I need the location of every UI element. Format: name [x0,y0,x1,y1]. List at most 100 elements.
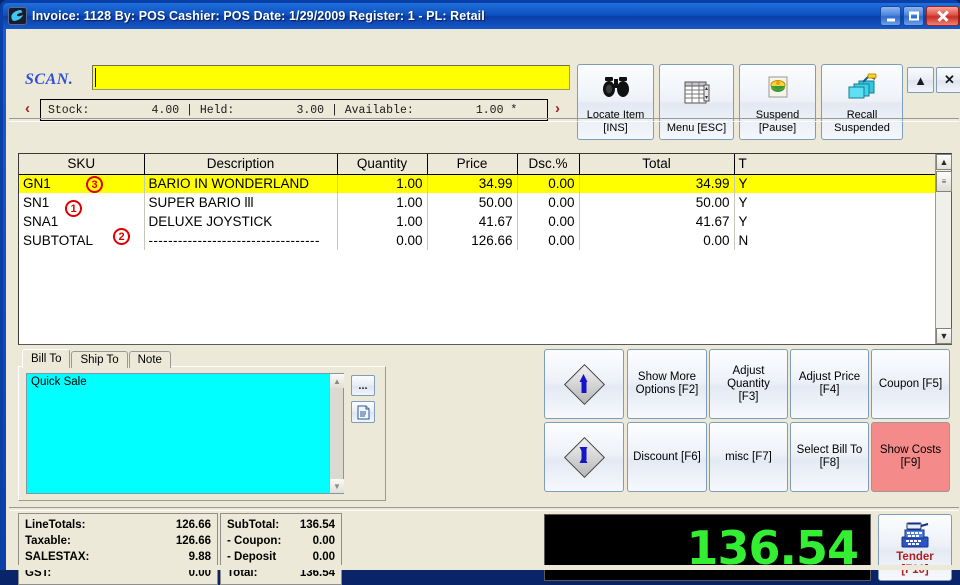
cell-dsc: 0.00 [517,212,580,231]
grid-scroll-up-button[interactable]: ▲ [936,154,952,170]
bill-to-browse-button[interactable]: ... [351,375,375,396]
next-item-arrow[interactable]: › [555,100,560,117]
tab-bill-to-label: Bill To [31,353,62,365]
adjust-price-button[interactable]: Adjust Price [F4] [790,349,869,419]
cell-total: 41.67 [579,212,735,231]
bill-to-document-button[interactable] [351,401,375,423]
coupon-button[interactable]: Coupon [F5] [871,349,950,419]
locate-item-button[interactable]: Locate Item [INS] [577,64,654,140]
adjust-quantity-label: Adjust Quantity [F3] [727,364,770,403]
move-up-button[interactable] [544,349,624,419]
tab-ship-to-label: Ship To [80,354,119,366]
discount-label: Discount [F6] [633,450,701,463]
bill-to-scrollbar[interactable]: ▲ ▼ [329,374,344,493]
tab-note-label: Note [137,354,162,366]
deposit-value: 0.00 [312,551,335,563]
show-costs-button[interactable]: Show Costs [F9] [871,422,950,492]
suspend-button[interactable]: Suspend [Pause] [739,64,816,140]
window-controls [880,6,959,26]
total-row: SubTotal: 136.54 [227,517,335,533]
bill-to-scroll-down[interactable]: ▼ [330,479,344,493]
tab-bill-to[interactable]: Bill To [22,349,71,368]
total-row: - Deposit 0.00 [227,549,335,565]
table-row[interactable]: SN1 SUPER BARIO lll 1.00 50.00 0.00 50.0… [19,193,936,212]
cell-description: SUPER BARIO lll [144,193,338,212]
misc-label: misc [F7] [725,450,772,463]
line-totals-label: LineTotals: [25,519,86,531]
panel-divider-top [9,118,959,122]
subtotal-value: 136.54 [299,519,335,531]
scan-input[interactable] [92,65,570,90]
cell-dsc: 0.00 [517,231,580,250]
maximize-button[interactable] [903,6,924,26]
scan-panel: SCAN. ‹ Stock: 4.00 | Held: 3.00 | Avail… [9,31,960,140]
status-bar [6,565,960,570]
tab-ship-to[interactable]: Ship To [71,351,128,368]
tender-label: Tender [F10] [896,551,934,576]
col-description[interactable]: Description [144,154,338,175]
binoculars-icon [578,65,653,109]
col-sku[interactable]: SKU [19,154,145,175]
adjust-quantity-button[interactable]: Adjust Quantity [F3] [709,349,788,419]
table-row[interactable]: SNA1 DELUXE JOYSTICK 1.00 41.67 0.00 41.… [19,212,936,231]
cell-quantity: 1.00 [337,174,428,193]
salestax-value: 9.88 [188,551,211,563]
cell-quantity: 0.00 [337,231,428,250]
grid-scroll-thumb[interactable]: ≡ [936,171,952,192]
bill-to-scroll-up[interactable]: ▲ [330,374,344,388]
table-row[interactable]: GN1 BARIO IN WONDERLAND 1.00 34.99 0.00 … [19,174,936,193]
menu-label: Menu [ESC] [666,121,727,134]
prev-item-arrow[interactable]: ‹ [25,100,30,117]
cell-t: N [734,231,936,250]
total-row: LineTotals: 126.66 [25,517,211,533]
grid-scroll-down-button[interactable]: ▼ [936,328,952,344]
detail-tabs: Bill To Ship To Note [22,349,172,368]
subtotal-label: SubTotal: [227,519,280,531]
show-more-options-button[interactable]: Show More Options [F2] [627,349,707,419]
menu-button[interactable]: Menu [ESC] [659,64,734,140]
move-down-button[interactable] [544,422,624,492]
window-title: Invoice: 1128 By: POS Cashier: POS Date:… [32,9,485,23]
annotation-marker-2: 2 [113,228,130,245]
coupon-label: - Coupon: [227,535,282,547]
line-items-grid[interactable]: SKU Description Quantity Price Dsc.% Tot… [18,153,952,345]
total-row: - Coupon: 0.00 [227,533,335,549]
tab-note[interactable]: Note [128,351,171,368]
adjust-price-label: Adjust Price [F4] [798,371,861,396]
cell-total: 34.99 [579,174,735,193]
cell-price: 50.00 [427,193,518,212]
arrow-down-diamond-icon [563,436,606,479]
col-price[interactable]: Price [427,154,518,175]
collapse-toolbar-button[interactable]: ▲ [907,67,934,93]
total-row: SALESTAX: 9.88 [25,549,211,565]
misc-button[interactable]: misc [F7] [709,422,788,492]
line-totals-value: 126.66 [175,519,211,531]
discount-button[interactable]: Discount [F6] [627,422,707,492]
select-bill-to-label: Select Bill To [F8] [796,444,863,469]
minimize-button[interactable] [880,6,901,26]
cell-t: Y [734,212,936,231]
select-bill-to-button[interactable]: Select Bill To [F8] [790,422,869,492]
annotation-marker-3: 3 [86,176,103,193]
totals-right-panel: SubTotal: 136.54 - Coupon: 0.00 - Deposit 0… [220,513,342,585]
close-button[interactable] [926,6,959,26]
comet-icon [8,7,27,25]
coupon-value: 0.00 [312,535,335,547]
col-total[interactable]: Total [579,154,735,175]
cell-dsc: 0.00 [517,193,580,212]
cell-total: 50.00 [579,193,735,212]
bill-to-textarea[interactable]: Quick Sale ▲ ▼ [26,373,344,494]
recall-suspended-button[interactable]: Recall Suspended [821,64,903,140]
cell-price: 126.66 [427,231,518,250]
tender-button[interactable]: Tender [F10] [878,514,952,581]
col-t[interactable]: T [734,154,936,175]
suspend-icon [740,65,815,109]
bill-to-value: Quick Sale [31,376,87,388]
col-dsc[interactable]: Dsc.% [517,154,580,175]
close-toolbar-button[interactable]: ✕ [936,67,960,93]
cell-price: 34.99 [427,174,518,193]
pos-window: Invoice: 1128 By: POS Cashier: POS Date:… [0,0,960,585]
table-row[interactable]: SUBTOTAL -------------------------------… [19,231,936,250]
grid-vertical-scrollbar[interactable]: ▲ ≡ ▼ [935,154,952,344]
col-quantity[interactable]: Quantity [337,154,428,175]
